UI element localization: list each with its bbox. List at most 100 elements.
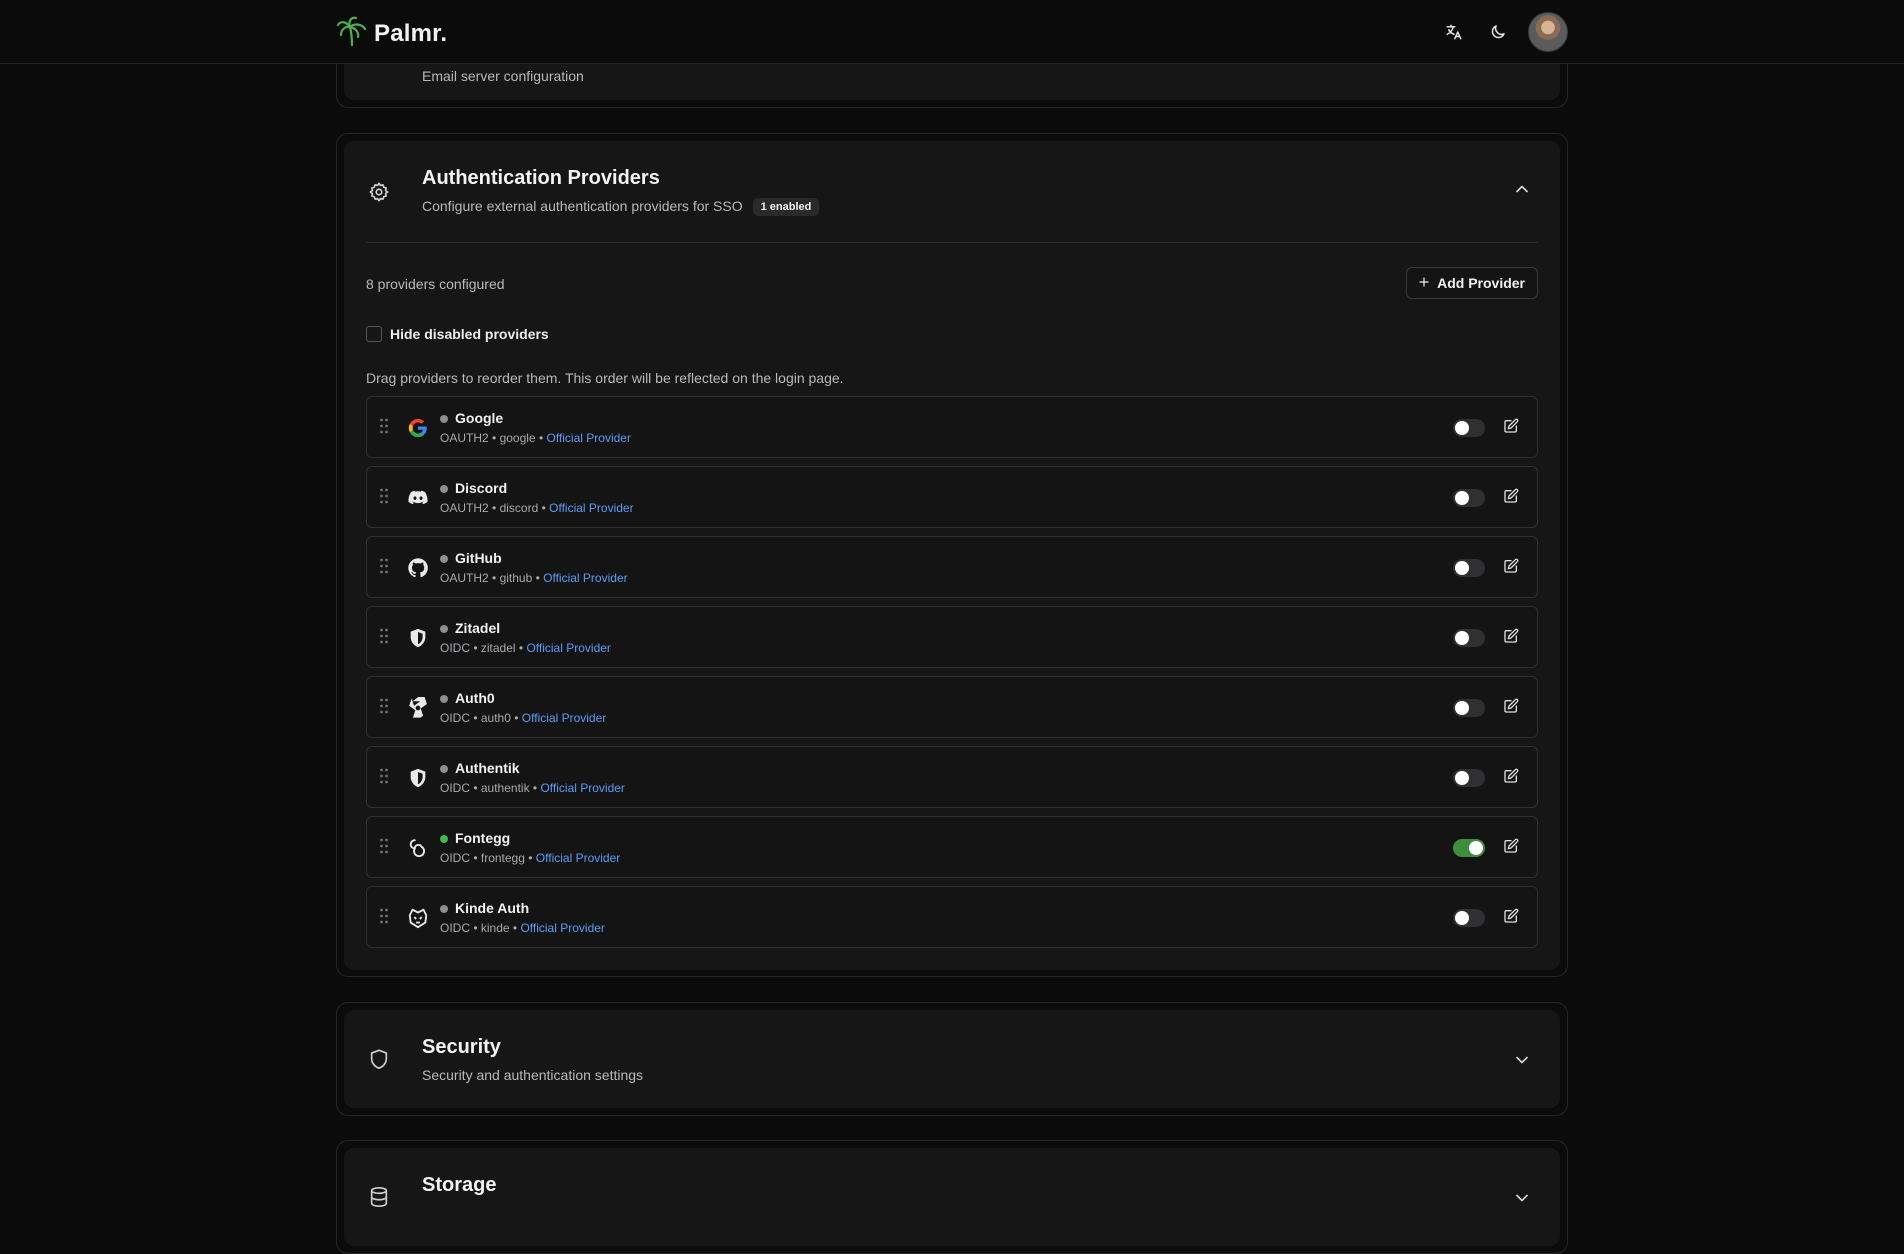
provider-name: Fontegg	[455, 830, 511, 846]
status-dot	[440, 415, 448, 423]
provider-row-github[interactable]: GitHub OAUTH2 • github • Official Provid…	[366, 536, 1538, 598]
github-icon	[407, 557, 429, 579]
brand-logo[interactable]: Palmr.	[336, 15, 447, 52]
status-dot	[440, 625, 448, 633]
provider-meta: OIDC • frontegg • Official Provider	[440, 851, 621, 865]
storage-section-header[interactable]: Storage	[344, 1148, 1560, 1246]
translate-icon[interactable]	[1440, 18, 1468, 46]
provider-meta: OIDC • auth0 • Official Provider	[440, 711, 607, 725]
security-section-subtitle: Security and authentication settings	[422, 1067, 644, 1083]
provider-slug: zitadel	[480, 641, 516, 655]
provider-protocol: OAUTH2	[440, 501, 489, 515]
provider-meta: OAUTH2 • github • Official Provider	[440, 571, 628, 585]
user-avatar[interactable]	[1528, 12, 1568, 52]
official-provider-link[interactable]: Official Provider	[540, 781, 624, 795]
provider-name: Kinde Auth	[455, 900, 530, 916]
drag-handle-icon[interactable]	[379, 487, 389, 510]
palm-tree-icon	[336, 15, 368, 52]
provider-row-discord[interactable]: Discord OAUTH2 • discord • Official Prov…	[366, 466, 1538, 528]
toggle-knob	[1455, 911, 1469, 925]
official-provider-link[interactable]: Official Provider	[522, 711, 606, 725]
chevron-down-icon[interactable]	[1512, 1188, 1532, 1213]
provider-enable-toggle[interactable]	[1453, 699, 1485, 717]
provider-slug: kinde	[480, 921, 510, 935]
hide-disabled-row[interactable]: Hide disabled providers	[366, 326, 549, 342]
provider-enable-toggle[interactable]	[1453, 559, 1485, 577]
edit-icon[interactable]	[1503, 768, 1519, 789]
official-provider-link[interactable]: Official Provider	[526, 641, 610, 655]
add-provider-label: Add Provider	[1437, 275, 1525, 291]
drag-handle-icon[interactable]	[379, 557, 389, 580]
provider-name: Discord	[455, 480, 508, 496]
provider-slug: discord	[499, 501, 539, 515]
official-provider-link[interactable]: Official Provider	[520, 921, 604, 935]
drag-handle-icon[interactable]	[379, 767, 389, 790]
drag-handle-icon[interactable]	[379, 627, 389, 650]
edit-icon[interactable]	[1503, 488, 1519, 509]
edit-icon[interactable]	[1503, 838, 1519, 859]
security-section-title: Security	[422, 1036, 501, 1058]
shield-icon	[407, 767, 429, 789]
official-provider-link[interactable]: Official Provider	[546, 431, 630, 445]
provider-protocol: OAUTH2	[440, 571, 489, 585]
provider-enable-toggle[interactable]	[1453, 839, 1485, 857]
official-provider-link[interactable]: Official Provider	[543, 571, 627, 585]
provider-row-kinde[interactable]: Kinde Auth OIDC • kinde • Official Provi…	[366, 886, 1538, 948]
official-provider-link[interactable]: Official Provider	[536, 851, 620, 865]
provider-protocol: OIDC	[440, 851, 470, 865]
chevron-up-icon[interactable]	[1512, 179, 1532, 204]
edit-icon[interactable]	[1503, 908, 1519, 929]
auth-providers-card: Authentication Providers Configure exter…	[336, 133, 1568, 977]
shield-icon	[407, 627, 429, 649]
provider-name: Auth0	[455, 690, 495, 706]
edit-icon[interactable]	[1503, 558, 1519, 579]
provider-name: Zitadel	[455, 620, 501, 636]
toggle-knob	[1455, 561, 1469, 575]
provider-name: Authentik	[455, 760, 520, 776]
moon-icon[interactable]	[1484, 18, 1512, 46]
edit-icon[interactable]	[1503, 628, 1519, 649]
status-dot	[440, 905, 448, 913]
discord-icon	[407, 487, 429, 509]
provider-protocol: OIDC	[440, 711, 470, 725]
google-icon	[407, 417, 429, 439]
status-dot	[440, 695, 448, 703]
provider-enable-toggle[interactable]	[1453, 909, 1485, 927]
add-provider-button[interactable]: Add Provider	[1406, 267, 1538, 299]
provider-row-google[interactable]: Google OAUTH2 • google • Official Provid…	[366, 396, 1538, 458]
security-section-card: Security Security and authentication set…	[336, 1002, 1568, 1116]
section-divider	[366, 242, 1538, 243]
provider-meta: OAUTH2 • discord • Official Provider	[440, 501, 634, 515]
provider-meta: OIDC • zitadel • Official Provider	[440, 641, 611, 655]
edit-icon[interactable]	[1503, 418, 1519, 439]
provider-row-zitadel[interactable]: Zitadel OIDC • zitadel • Official Provid…	[366, 606, 1538, 668]
providers-count: 8 providers configured	[366, 276, 505, 292]
edit-icon[interactable]	[1503, 698, 1519, 719]
provider-protocol: OIDC	[440, 921, 470, 935]
hide-disabled-checkbox[interactable]	[366, 326, 382, 342]
drag-handle-icon[interactable]	[379, 417, 389, 440]
provider-row-frontegg[interactable]: Fontegg OIDC • frontegg • Official Provi…	[366, 816, 1538, 878]
status-dot	[440, 765, 448, 773]
auth-section-subtitle-row: Configure external authentication provid…	[422, 198, 820, 216]
provider-enable-toggle[interactable]	[1453, 489, 1485, 507]
brand-name: Palmr.	[374, 19, 448, 47]
provider-row-authentik[interactable]: Authentik OIDC • authentik • Official Pr…	[366, 746, 1538, 808]
provider-enable-toggle[interactable]	[1453, 769, 1485, 787]
provider-name: Google	[455, 410, 504, 426]
drag-handle-icon[interactable]	[379, 837, 389, 860]
storage-section-card: Storage	[336, 1140, 1568, 1254]
security-section-header[interactable]: Security Security and authentication set…	[344, 1010, 1560, 1108]
provider-name: GitHub	[455, 550, 502, 566]
drag-handle-icon[interactable]	[379, 697, 389, 720]
provider-enable-toggle[interactable]	[1453, 419, 1485, 437]
provider-protocol: OIDC	[440, 641, 470, 655]
toggle-knob	[1455, 771, 1469, 785]
drag-handle-icon[interactable]	[379, 907, 389, 930]
provider-enable-toggle[interactable]	[1453, 629, 1485, 647]
top-navbar: Palmr.	[0, 0, 1904, 64]
auth-section-title: Authentication Providers	[422, 167, 660, 189]
official-provider-link[interactable]: Official Provider	[549, 501, 633, 515]
provider-row-auth0[interactable]: Auth0 OIDC • auth0 • Official Provider	[366, 676, 1538, 738]
chevron-down-icon[interactable]	[1512, 1050, 1532, 1075]
